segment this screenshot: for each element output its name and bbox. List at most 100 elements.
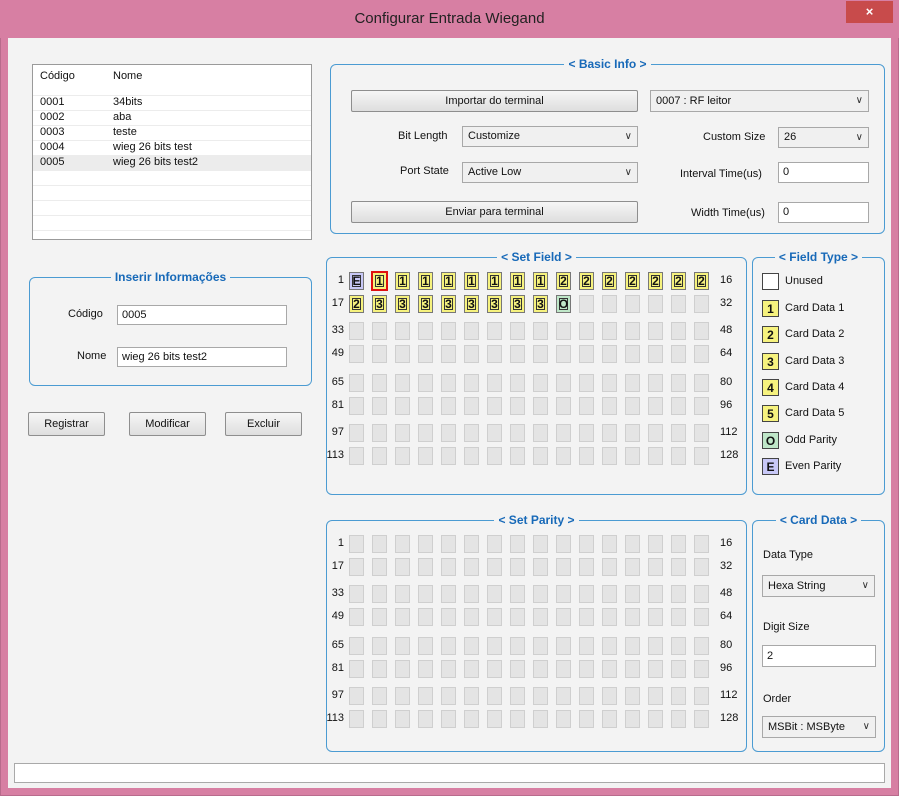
field-bit-cell[interactable]: [602, 345, 617, 363]
field-bit-cell[interactable]: 2: [625, 272, 640, 290]
parity-bit-cell[interactable]: [372, 558, 387, 576]
column-header-name[interactable]: Nome: [113, 70, 142, 82]
parity-bit-cell[interactable]: [418, 585, 433, 603]
port-state-select[interactable]: Active Low ∨: [462, 162, 638, 183]
parity-bit-cell[interactable]: [648, 535, 663, 553]
field-bit-cell[interactable]: [625, 295, 640, 313]
field-bit-cell[interactable]: [671, 345, 686, 363]
parity-bit-cell[interactable]: [487, 660, 502, 678]
parity-bit-cell[interactable]: [441, 535, 456, 553]
table-row[interactable]: 0003 teste: [33, 125, 311, 140]
field-bit-cell[interactable]: [694, 397, 709, 415]
parity-bit-cell[interactable]: [648, 637, 663, 655]
parity-bit-cell[interactable]: [671, 608, 686, 626]
field-bit-cell[interactable]: [349, 424, 364, 442]
parity-bit-cell[interactable]: [602, 660, 617, 678]
parity-bit-cell[interactable]: [441, 558, 456, 576]
parity-bit-cell[interactable]: [464, 637, 479, 655]
code-field[interactable]: 0005: [117, 305, 287, 325]
parity-bit-cell[interactable]: [510, 660, 525, 678]
field-bit-cell[interactable]: 1: [371, 271, 388, 291]
parity-bit-cell[interactable]: [579, 660, 594, 678]
field-bit-cell[interactable]: [464, 447, 479, 465]
parity-bit-cell[interactable]: [671, 637, 686, 655]
parity-bit-cell[interactable]: [487, 687, 502, 705]
field-bit-cell[interactable]: 1: [533, 272, 548, 290]
parity-bit-cell[interactable]: [349, 585, 364, 603]
field-bit-cell[interactable]: [441, 374, 456, 392]
field-bit-cell[interactable]: [602, 295, 617, 313]
parity-bit-cell[interactable]: [372, 660, 387, 678]
field-bit-cell[interactable]: [418, 374, 433, 392]
field-bit-cell[interactable]: [464, 397, 479, 415]
field-bit-cell[interactable]: [579, 295, 594, 313]
parity-bit-cell[interactable]: [349, 660, 364, 678]
parity-bit-cell[interactable]: [579, 687, 594, 705]
field-bit-cell[interactable]: [579, 397, 594, 415]
parity-bit-cell[interactable]: [579, 710, 594, 728]
parity-bit-cell[interactable]: [533, 558, 548, 576]
parity-bit-cell[interactable]: [625, 710, 640, 728]
field-bit-cell[interactable]: [441, 345, 456, 363]
parity-bit-cell[interactable]: [556, 535, 571, 553]
field-bit-cell[interactable]: 3: [487, 295, 502, 313]
field-bit-cell[interactable]: [533, 322, 548, 340]
parity-bit-cell[interactable]: [510, 558, 525, 576]
parity-bit-cell[interactable]: [602, 608, 617, 626]
parity-bit-cell[interactable]: [464, 558, 479, 576]
parity-bit-cell[interactable]: [602, 637, 617, 655]
field-bit-cell[interactable]: [349, 447, 364, 465]
field-bit-cell[interactable]: [625, 374, 640, 392]
terminal-select[interactable]: 0007 : RF leitor ∨: [650, 90, 869, 112]
parity-bit-cell[interactable]: [648, 608, 663, 626]
field-bit-cell[interactable]: [418, 322, 433, 340]
field-bit-cell[interactable]: [510, 322, 525, 340]
parity-bit-cell[interactable]: [602, 558, 617, 576]
field-bit-cell[interactable]: 1: [464, 272, 479, 290]
parity-bit-cell[interactable]: [625, 535, 640, 553]
field-bit-cell[interactable]: [441, 447, 456, 465]
field-bit-cell[interactable]: 3: [510, 295, 525, 313]
parity-bit-cell[interactable]: [579, 637, 594, 655]
field-bit-cell[interactable]: [694, 322, 709, 340]
field-bit-cell[interactable]: [694, 447, 709, 465]
field-bit-cell[interactable]: [464, 424, 479, 442]
table-row[interactable]: 0005 wieg 26 bits test2: [33, 155, 311, 170]
field-bit-cell[interactable]: [372, 322, 387, 340]
parity-bit-cell[interactable]: [418, 558, 433, 576]
column-header-code[interactable]: Código: [40, 70, 75, 82]
parity-bit-cell[interactable]: [372, 608, 387, 626]
bit-length-select[interactable]: Customize ∨: [462, 126, 638, 147]
order-select[interactable]: MSBit : MSByte ∨: [762, 716, 876, 738]
parity-bit-cell[interactable]: [556, 637, 571, 655]
parity-bit-cell[interactable]: [648, 710, 663, 728]
parity-bit-cell[interactable]: [395, 585, 410, 603]
field-bit-cell[interactable]: [694, 424, 709, 442]
parity-bit-cell[interactable]: [671, 710, 686, 728]
field-bit-cell[interactable]: [625, 322, 640, 340]
parity-bit-cell[interactable]: [694, 585, 709, 603]
field-bit-cell[interactable]: 2: [671, 272, 686, 290]
field-bit-cell[interactable]: [441, 322, 456, 340]
field-bit-cell[interactable]: [349, 345, 364, 363]
field-bit-cell[interactable]: [372, 447, 387, 465]
field-bit-cell[interactable]: [648, 447, 663, 465]
parity-bit-cell[interactable]: [602, 710, 617, 728]
parity-bit-cell[interactable]: [694, 637, 709, 655]
field-bit-cell[interactable]: [395, 447, 410, 465]
parity-bit-cell[interactable]: [579, 585, 594, 603]
parity-bit-cell[interactable]: [372, 687, 387, 705]
field-bit-cell[interactable]: [556, 424, 571, 442]
table-row[interactable]: 0004 wieg 26 bits test: [33, 140, 311, 155]
parity-bit-cell[interactable]: [625, 660, 640, 678]
field-bit-cell[interactable]: [648, 397, 663, 415]
field-bit-cell[interactable]: [395, 322, 410, 340]
parity-bit-cell[interactable]: [510, 637, 525, 655]
field-bit-cell[interactable]: [579, 322, 594, 340]
field-bit-cell[interactable]: [556, 322, 571, 340]
parity-bit-cell[interactable]: [533, 608, 548, 626]
field-bit-cell[interactable]: [441, 397, 456, 415]
parity-bit-cell[interactable]: [441, 710, 456, 728]
parity-bit-cell[interactable]: [602, 585, 617, 603]
field-bit-cell[interactable]: [556, 397, 571, 415]
